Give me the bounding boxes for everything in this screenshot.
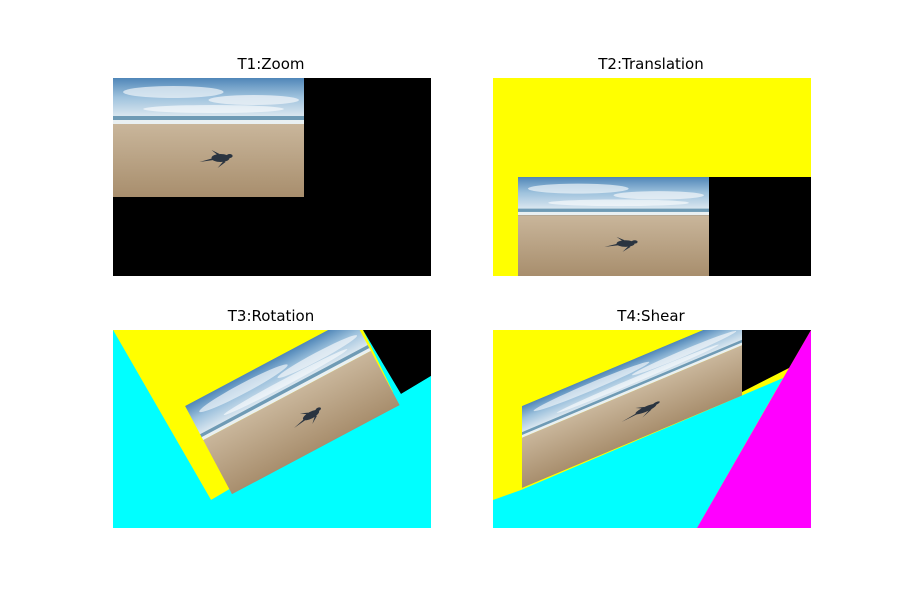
rotation-panel (113, 330, 431, 528)
translation-panel (493, 78, 811, 276)
zoom-photo (113, 78, 304, 197)
translation-photo (518, 177, 709, 276)
panel-title-shear: T4:Shear (617, 307, 685, 325)
translation-fill-yellow-top (493, 78, 811, 177)
zoom-panel (113, 78, 431, 276)
panel-title-rotation: T3:Rotation (227, 307, 315, 325)
shear-panel (493, 330, 811, 528)
panel-title-zoom: T1:Zoom (237, 55, 305, 73)
panel-title-translation: T2:Translation (598, 55, 704, 73)
translation-fill-yellow-left (493, 78, 518, 276)
